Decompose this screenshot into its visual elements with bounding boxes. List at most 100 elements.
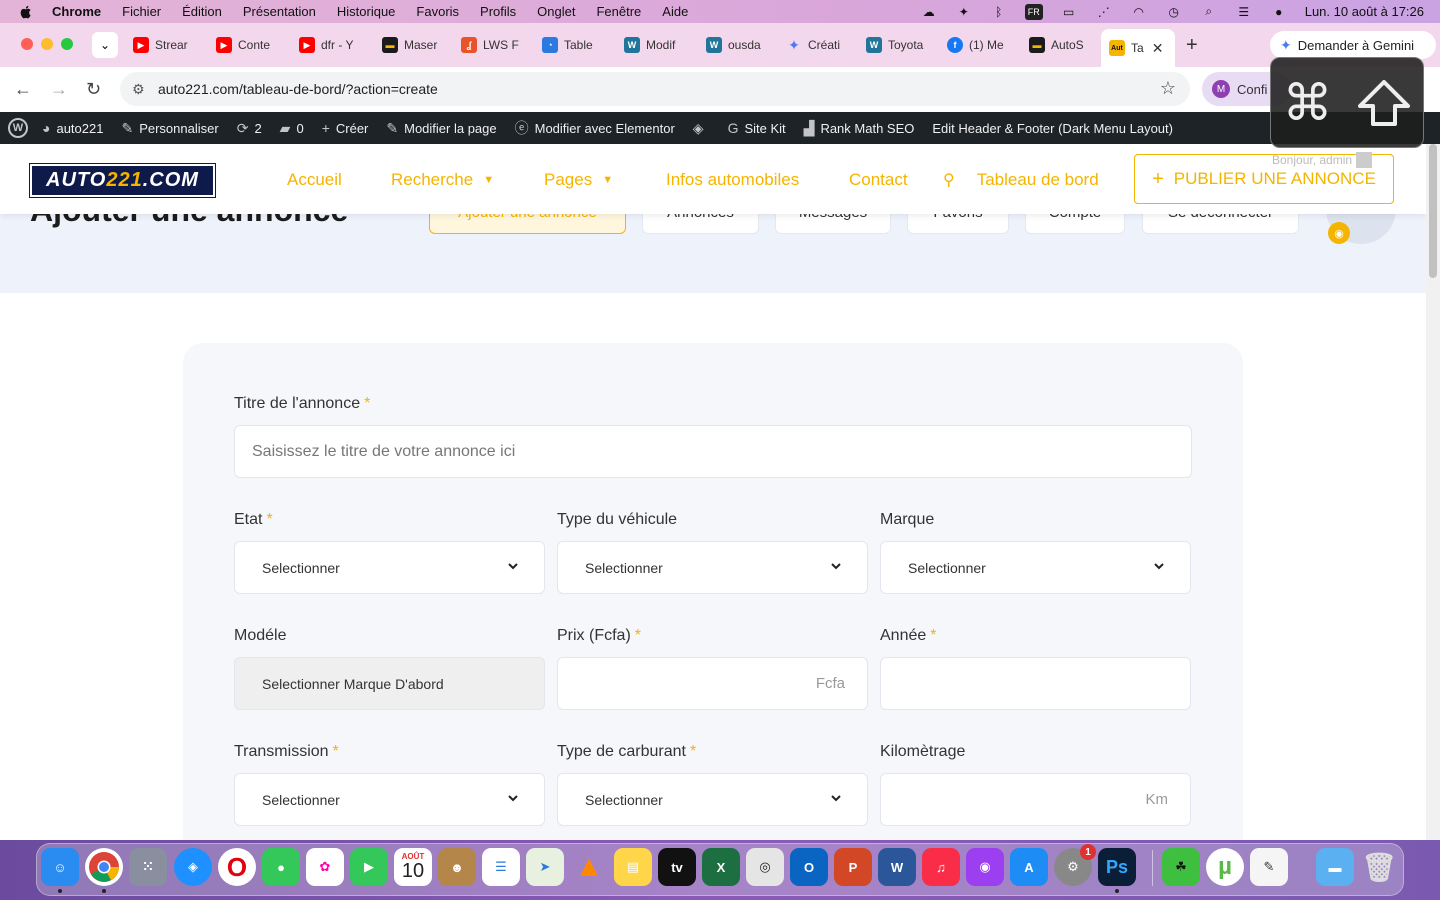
menu-onglet[interactable]: Onglet bbox=[537, 4, 575, 19]
siri-icon[interactable]: ● bbox=[1270, 5, 1288, 19]
prix-input[interactable]: Fcfa bbox=[557, 657, 868, 710]
title-input[interactable]: Saisissez le titre de votre annonce ici bbox=[234, 425, 1192, 478]
close-window-button[interactable] bbox=[21, 38, 33, 50]
system-settings-icon[interactable]: ⚙ 1 bbox=[1054, 844, 1096, 886]
wp-site-kit[interactable]: G Site Kit bbox=[728, 120, 786, 136]
tab-active-auto221[interactable]: Aut Ta ✕ bbox=[1101, 29, 1175, 67]
nav-infos-automobiles[interactable]: Infos automobiles bbox=[666, 170, 799, 190]
carburant-select[interactable]: Selectionner bbox=[557, 773, 868, 826]
wifi-icon[interactable]: ◠ bbox=[1130, 5, 1148, 19]
tab-facebook[interactable]: f (1) Me bbox=[947, 31, 1019, 59]
menu-fenetre[interactable]: Fenêtre bbox=[596, 4, 641, 19]
finder-icon[interactable]: ☺ bbox=[41, 848, 79, 886]
opera-icon[interactable]: O bbox=[218, 848, 256, 886]
utorrent-icon[interactable]: µ bbox=[1206, 848, 1244, 886]
calendar-icon[interactable]: AOÛT 10 bbox=[394, 848, 432, 886]
page-scrollbar[interactable] bbox=[1426, 144, 1440, 840]
wordpress-logo-icon[interactable]: W bbox=[8, 118, 28, 138]
etat-select[interactable]: Selectionner bbox=[234, 541, 545, 594]
tab-lws[interactable]: ʆ LWS F bbox=[461, 31, 533, 59]
notes-icon[interactable]: ▤ bbox=[614, 848, 652, 886]
tab-autos[interactable]: ▬ AutoS bbox=[1029, 31, 1101, 59]
wp-header-footer[interactable]: Edit Header & Footer (Dark Menu Layout) bbox=[932, 121, 1173, 136]
menu-profils[interactable]: Profils bbox=[480, 4, 516, 19]
tab-maser[interactable]: ▬ Maser bbox=[382, 31, 454, 59]
messages-icon[interactable]: ● bbox=[262, 848, 300, 886]
safari-icon[interactable]: ◈ bbox=[174, 848, 212, 886]
camera-icon[interactable]: ◉ bbox=[1328, 222, 1350, 244]
screenshot-icon[interactable]: ◎ bbox=[746, 848, 784, 886]
menubar-clock[interactable]: Lun. 10 août à 17:26 bbox=[1305, 4, 1424, 19]
app-store-icon[interactable]: A bbox=[1010, 848, 1048, 886]
nav-tableau-de-bord[interactable]: ⚲ Tableau de bord bbox=[943, 170, 1099, 190]
menu-aide[interactable]: Aide bbox=[662, 4, 688, 19]
battery-icon[interactable]: ▭ bbox=[1060, 5, 1078, 19]
network-activity-icon[interactable]: ⋰ bbox=[1095, 5, 1113, 19]
launchpad-icon[interactable]: ⁙ bbox=[129, 848, 167, 886]
type-vehicule-select[interactable]: Selectionner bbox=[557, 541, 868, 594]
frog-app-icon[interactable]: ☘ bbox=[1162, 848, 1200, 886]
podcasts-icon[interactable]: ◉ bbox=[966, 848, 1004, 886]
folder-icon[interactable]: ▬ bbox=[1316, 848, 1354, 886]
url-text[interactable]: auto221.com/tableau-de-bord/?action=crea… bbox=[158, 81, 438, 97]
nav-recherche[interactable]: Recherche ▼ bbox=[391, 170, 494, 190]
tab-wordpress-ousda[interactable]: Wousda bbox=[706, 31, 778, 59]
wp-comments[interactable]: ▰ 0 bbox=[280, 120, 304, 137]
reminders-icon[interactable]: ☰ bbox=[482, 848, 520, 886]
time-machine-icon[interactable]: ◷ bbox=[1165, 5, 1183, 19]
tab-gemini-creation[interactable]: ✦ Créati bbox=[786, 31, 858, 59]
chrome-icon[interactable] bbox=[85, 848, 123, 886]
control-center-icon[interactable]: ☰ bbox=[1235, 5, 1253, 19]
trash-icon[interactable]: 🗑 bbox=[1360, 848, 1398, 886]
creative-cloud-icon[interactable]: ☁ bbox=[920, 5, 938, 19]
wp-updates[interactable]: ⟳ 2 bbox=[237, 120, 262, 137]
tab-tableau[interactable]: ◔ Table bbox=[542, 31, 614, 59]
wp-new-content[interactable]: + Créer bbox=[322, 120, 369, 136]
apple-menu-icon[interactable] bbox=[18, 4, 34, 20]
menu-presentation[interactable]: Présentation bbox=[243, 4, 316, 19]
menu-favoris[interactable]: Favoris bbox=[416, 4, 459, 19]
menu-fichier[interactable]: Fichier bbox=[122, 4, 161, 19]
wp-edit-page[interactable]: ✎ Modifier la page bbox=[386, 120, 496, 137]
site-logo[interactable]: AUTO221.COM bbox=[29, 163, 216, 198]
annee-input[interactable] bbox=[880, 657, 1191, 710]
address-bar[interactable]: ⚙ auto221.com/tableau-de-bord/?action=cr… bbox=[120, 72, 1190, 106]
zoom-window-button[interactable] bbox=[61, 38, 73, 50]
menu-historique[interactable]: Historique bbox=[337, 4, 396, 19]
powerpoint-icon[interactable]: P bbox=[834, 848, 872, 886]
vlc-icon[interactable]: ▲ bbox=[570, 848, 608, 886]
modele-select[interactable]: Selectionner Marque D'abord bbox=[234, 657, 545, 710]
wp-rank-math[interactable]: ▟ Rank Math SEO bbox=[804, 120, 915, 137]
tab-youtube-1[interactable]: ▶ Strear bbox=[133, 31, 205, 59]
input-source-icon[interactable]: FR bbox=[1024, 3, 1043, 20]
nav-accueil[interactable]: Accueil bbox=[287, 170, 342, 190]
sparkle-icon[interactable]: ✦ bbox=[955, 5, 973, 19]
nav-contact[interactable]: Contact bbox=[849, 170, 908, 190]
wp-diamond[interactable]: ◈ bbox=[693, 120, 710, 137]
photoshop-icon[interactable]: Ps bbox=[1098, 848, 1136, 886]
apple-tv-icon[interactable]: tv bbox=[658, 848, 696, 886]
photos-icon[interactable]: ✿ bbox=[306, 848, 344, 886]
minimize-window-button[interactable] bbox=[41, 38, 53, 50]
menu-app-name[interactable]: Chrome bbox=[52, 4, 101, 19]
tab-search-button[interactable]: ⌄ bbox=[92, 32, 118, 58]
kilometrage-input[interactable]: Km bbox=[880, 773, 1191, 826]
facetime-icon[interactable]: ▶ bbox=[350, 848, 388, 886]
nav-pages[interactable]: Pages ▼ bbox=[544, 170, 613, 190]
wp-elementor[interactable]: ⓔ Modifier avec Elementor bbox=[515, 118, 675, 138]
ask-gemini-button[interactable]: ✦ Demander à Gemini bbox=[1270, 31, 1436, 59]
marque-select[interactable]: Selectionner bbox=[880, 541, 1191, 594]
site-info-icon[interactable]: ⚙ bbox=[132, 81, 150, 98]
music-icon[interactable]: ♫ bbox=[922, 848, 960, 886]
tab-wordpress-modif[interactable]: W Modif bbox=[624, 31, 696, 59]
menu-edition[interactable]: Édition bbox=[182, 4, 222, 19]
tab-youtube-3[interactable]: ▶ dfr - Y bbox=[299, 31, 371, 59]
textedit-icon[interactable]: ✎ bbox=[1250, 848, 1288, 886]
close-tab-icon[interactable]: ✕ bbox=[1152, 40, 1164, 57]
back-arrow-icon[interactable]: ← bbox=[14, 79, 32, 100]
bookmark-star-icon[interactable]: ☆ bbox=[1160, 78, 1176, 99]
excel-icon[interactable]: X bbox=[702, 848, 740, 886]
maps-icon[interactable]: ➤ bbox=[526, 848, 564, 886]
new-tab-plus-icon[interactable]: + bbox=[1186, 34, 1198, 57]
contacts-icon[interactable]: ☻ bbox=[438, 848, 476, 886]
